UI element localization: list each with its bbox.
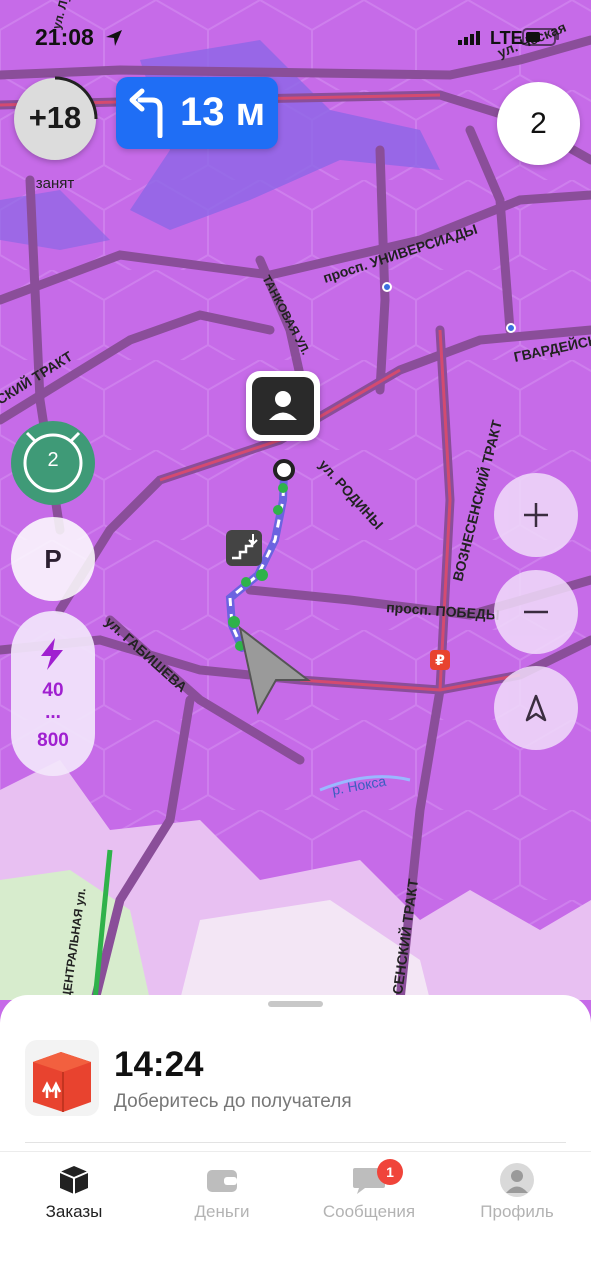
tab-profile-label: Профиль [480, 1202, 554, 1221]
ruble-poi-icon: ₽ [430, 650, 450, 670]
metro-dot [506, 323, 516, 333]
zoom-out-icon [524, 610, 548, 614]
stairs-icon [226, 530, 262, 566]
tab-bar-border [0, 1151, 591, 1152]
tab-orders[interactable]: Заказы [0, 1160, 148, 1230]
order-bottom-sheet[interactable] [0, 995, 591, 1280]
status-bar: 21:08 LTE [0, 0, 591, 70]
tab-orders-label: Заказы [45, 1202, 103, 1221]
parcel-box-icon [33, 1052, 91, 1112]
tab-messages-label: Сообщения [322, 1202, 416, 1221]
orders-counter-button[interactable]: 2 [497, 82, 580, 165]
location-arrow-icon [106, 30, 122, 46]
zoom-in-button[interactable] [494, 473, 578, 557]
recenter-button[interactable] [494, 666, 578, 750]
maneuver-distance: 13 м [180, 90, 266, 134]
order-icon-container [25, 1040, 99, 1116]
turn-left-icon [129, 88, 163, 138]
sheet-drag-handle[interactable] [268, 1001, 323, 1007]
metro-dot [382, 282, 392, 292]
parking-button[interactable]: P [11, 517, 95, 601]
power-min: 40 [42, 680, 64, 701]
wallet-icon [207, 1170, 237, 1192]
tab-money[interactable]: Деньги [148, 1160, 296, 1230]
signal-icon [458, 31, 480, 45]
surge-value: 2 [47, 449, 59, 471]
karma-value: +18 [28, 100, 82, 135]
tab-profile[interactable]: Профиль [443, 1160, 591, 1230]
status-time: 21:08 [35, 24, 94, 50]
avatar-icon [500, 1163, 534, 1197]
power-max: 800 [37, 730, 69, 751]
svg-text:₽: ₽ [435, 652, 445, 668]
tab-money-label: Деньги [194, 1202, 250, 1221]
person-icon [269, 391, 297, 420]
zoom-in-icon [524, 503, 548, 527]
order-eta: 14:24 [114, 1045, 204, 1084]
power-dots: ... [45, 702, 61, 723]
messages-badge: 1 [377, 1159, 403, 1185]
navigation-arrow-icon [525, 694, 547, 722]
network-label: LTE [490, 28, 523, 48]
zoom-out-button[interactable] [494, 570, 578, 654]
courier-status-label: занят [35, 175, 75, 192]
order-instruction: Доберитесь до получателя [114, 1091, 352, 1112]
battery-icon [522, 28, 559, 46]
divider [25, 1142, 566, 1143]
tab-messages[interactable]: Сообщения [295, 1160, 443, 1230]
recipient-marker-inner [252, 377, 314, 435]
orders-box-icon [59, 1166, 89, 1194]
destination-dot [273, 459, 295, 481]
lightning-icon [41, 638, 63, 670]
